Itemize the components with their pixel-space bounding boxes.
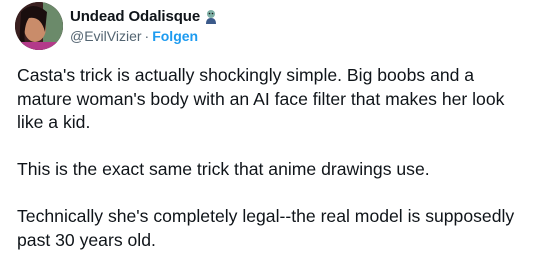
tweet-card: Undead Odalisque @EvilVizier · Folgen Ca… — [0, 0, 539, 264]
user-handle[interactable]: @EvilVizier — [70, 28, 142, 44]
author-info: Undead Odalisque @EvilVizier · Folgen — [70, 7, 219, 44]
tweet-paragraph: Technically she's completely legal--the … — [17, 206, 515, 250]
tweet-paragraph: Casta's trick is actually shockingly sim… — [17, 65, 505, 132]
tweet-header: Undead Odalisque @EvilVizier · Folgen — [15, 2, 219, 50]
display-name[interactable]: Undead Odalisque — [70, 8, 200, 25]
separator-dot: · — [144, 27, 150, 44]
avatar[interactable] — [15, 2, 63, 50]
follow-button[interactable]: Folgen — [152, 28, 198, 44]
tweet-text: Casta's trick is actually shockingly sim… — [17, 64, 532, 252]
zombie-emoji-icon — [203, 9, 219, 25]
tweet-paragraph: This is the exact same trick that anime … — [17, 159, 430, 179]
